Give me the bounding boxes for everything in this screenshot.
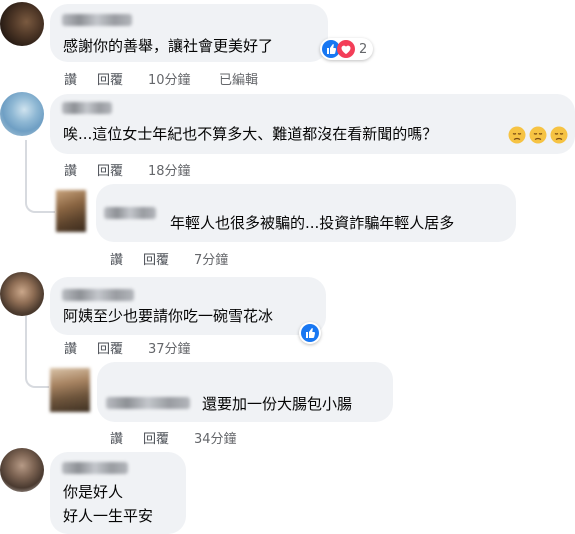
avatar[interactable] [0,448,44,492]
reply-button[interactable]: 回覆 [97,160,123,179]
commenter-name[interactable] [106,397,190,409]
reply-button[interactable]: 回覆 [143,428,169,447]
like-button[interactable]: 讚 [64,338,77,357]
reply-text: 年輕人也很多被騙的...投資詐騙年輕人居多 [170,214,455,232]
thread-curve [25,360,49,388]
like-button[interactable]: 讚 [64,160,77,179]
thread-curve [25,185,55,213]
thread-line [25,316,27,366]
like-button[interactable]: 讚 [110,428,123,447]
avatar[interactable] [0,92,44,136]
commenter-name[interactable] [62,462,128,474]
comment-text: 唉...這位女士年紀也不算多大、難道都沒在看新聞的嗎？ [63,125,438,143]
comment-time[interactable]: 18分鐘 [148,160,191,179]
avatar[interactable] [0,2,44,46]
reply-text: 還要加一份大腸包小腸 [202,395,353,413]
reply-button[interactable]: 回覆 [97,338,123,357]
edited-label[interactable]: 已編輯 [219,69,258,88]
avatar[interactable] [0,272,44,316]
reply-button[interactable]: 回覆 [143,249,169,268]
commenter-name[interactable] [62,102,112,114]
emoji-group [508,126,568,144]
like-button[interactable]: 讚 [110,249,123,268]
commenter-name[interactable] [62,289,134,301]
disappointed-face-icon [508,126,526,144]
reaction-summary[interactable] [299,322,321,344]
commenter-name[interactable] [104,207,156,219]
comment-text: 感謝你的善舉，讓社會更美好了 [63,37,274,55]
love-reaction-icon [337,40,355,58]
avatar[interactable] [50,368,90,412]
like-reaction-icon [301,324,319,342]
reply-time[interactable]: 7分鐘 [194,249,228,268]
disappointed-face-icon [550,126,568,144]
reaction-count: 2 [359,41,368,57]
reply-button[interactable]: 回覆 [97,69,123,88]
comment-text-line2: 好人一生平安 [63,507,154,525]
reaction-summary[interactable]: 2 [320,38,374,60]
comment-text: 阿姨至少也要請你吃一碗雪花冰 [63,307,274,325]
comment-time[interactable]: 37分鐘 [148,338,191,357]
commenter-name[interactable] [62,14,132,26]
avatar[interactable] [56,190,86,232]
like-button[interactable]: 讚 [64,69,77,88]
disappointed-face-icon [529,126,547,144]
comment-time[interactable]: 10分鐘 [148,69,191,88]
reply-time[interactable]: 34分鐘 [194,428,237,447]
comment-text-line1: 你是好人 [63,483,124,501]
